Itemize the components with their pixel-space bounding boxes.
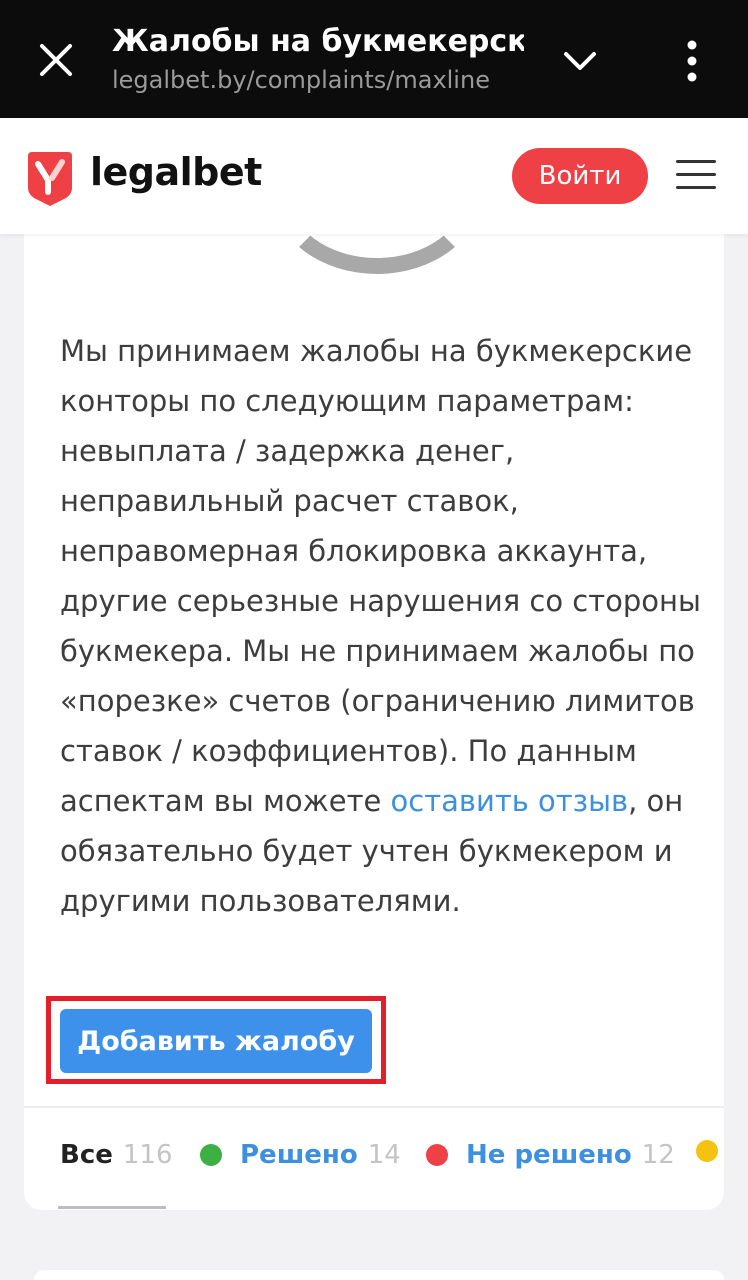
next-card xyxy=(34,1270,724,1280)
close-icon[interactable] xyxy=(36,40,76,80)
logo-text[interactable]: legalbet xyxy=(90,150,262,194)
complaints-description: Мы принимаем жалобы на букмекерские конт… xyxy=(60,326,710,926)
filter-solved-count: 14 xyxy=(367,1140,401,1170)
highlight-box: Добавить жалобу xyxy=(46,996,386,1084)
filter-solved[interactable]: Решено 14 xyxy=(200,1140,401,1170)
legalbet-logo-icon[interactable] xyxy=(24,150,76,206)
page-url[interactable]: legalbet.by/complaints/maxline xyxy=(112,66,490,94)
filter-solved-label: Решено xyxy=(240,1140,358,1170)
add-complaint-button[interactable]: Добавить жалобу xyxy=(60,1009,372,1073)
filter-unsolved-count: 12 xyxy=(641,1140,675,1170)
red-status-dot-icon xyxy=(426,1144,448,1166)
filter-all[interactable]: Все 116 xyxy=(60,1140,173,1170)
menu-icon[interactable] xyxy=(676,160,716,192)
filter-pending[interactable] xyxy=(696,1140,724,1162)
chevron-down-icon[interactable] xyxy=(560,42,600,82)
yellow-status-dot-icon xyxy=(696,1140,718,1162)
filter-unsolved[interactable]: Не решено 12 xyxy=(426,1140,675,1170)
more-options-icon[interactable] xyxy=(672,38,712,84)
site-header: legalbet Войти xyxy=(0,118,748,234)
divider xyxy=(24,1106,724,1108)
green-status-dot-icon xyxy=(200,1144,222,1166)
complaints-card: Мы принимаем жалобы на букмекерские конт… xyxy=(24,200,724,1210)
description-text: Мы принимаем жалобы на букмекерские конт… xyxy=(60,334,701,818)
leave-review-link[interactable]: оставить отзыв xyxy=(391,784,629,818)
filter-all-label: Все xyxy=(60,1140,113,1170)
login-button[interactable]: Войти xyxy=(512,148,648,204)
page-title: Жалобы на букмекерскую xyxy=(112,24,524,59)
browser-toolbar: Жалобы на букмекерскую legalbet.by/compl… xyxy=(0,0,748,118)
filter-unsolved-label: Не решено xyxy=(466,1140,632,1170)
active-filter-underline xyxy=(58,1206,166,1209)
filter-all-count: 116 xyxy=(122,1140,173,1170)
